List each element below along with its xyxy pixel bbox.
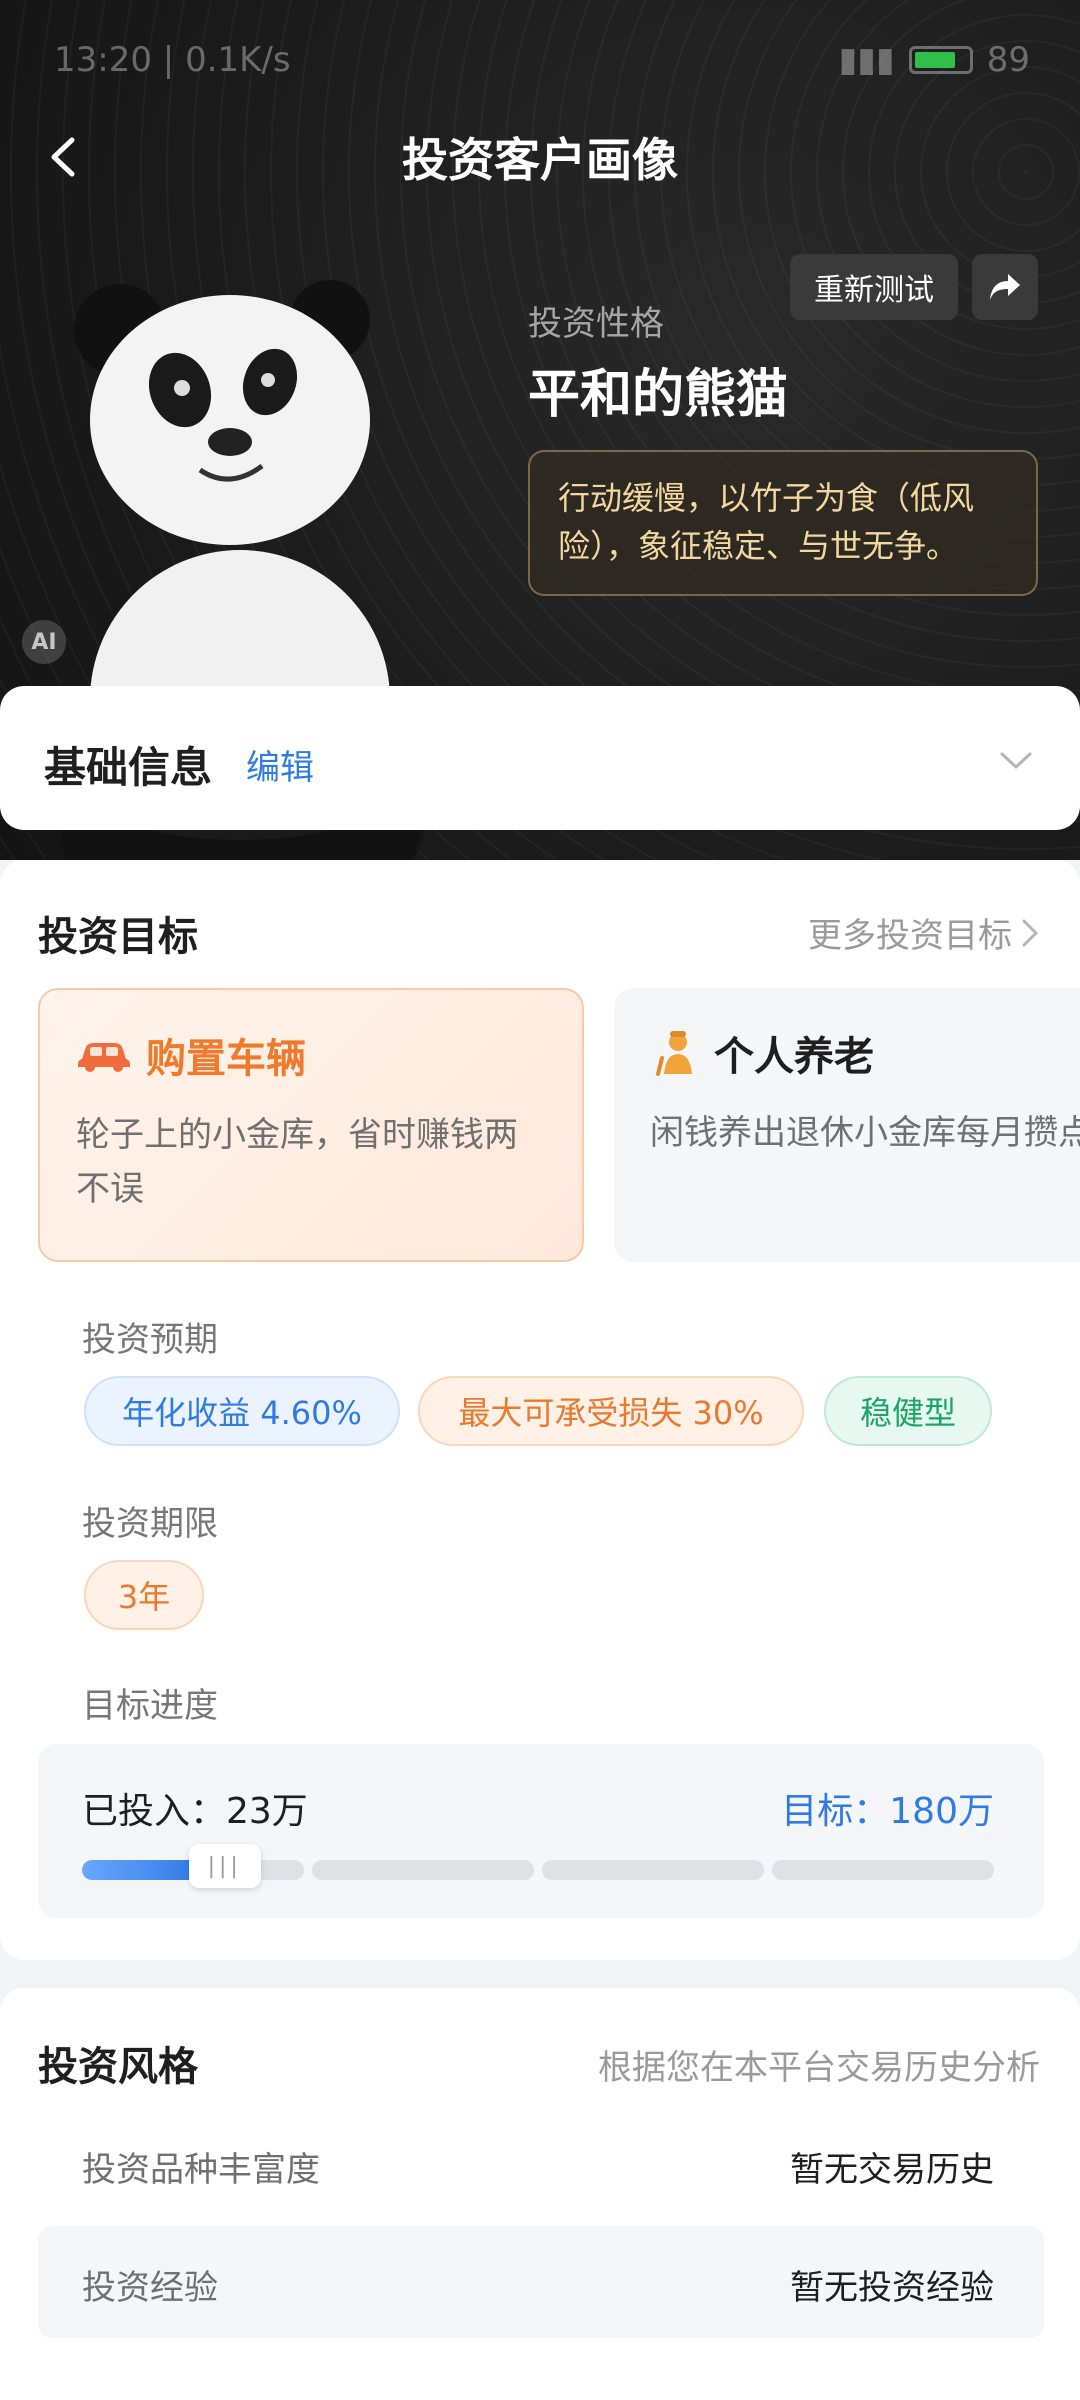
goal-title: 购置车辆: [146, 1036, 306, 1082]
signal-icon: ▮▮▮: [838, 40, 895, 80]
style-row-value: 暂无投资经验: [790, 2268, 994, 2308]
style-row-value: 暂无交易历史: [790, 2150, 994, 2190]
risk-type-tag: 稳健型: [824, 1376, 992, 1446]
term-value-tag: 3年: [84, 1560, 204, 1630]
target-amount: 目标：180万: [781, 1791, 994, 1832]
invested-amount: 已投入：23万: [82, 1791, 308, 1832]
progress-segment: [772, 1860, 994, 1880]
progress-panel: 已投入：23万 目标：180万 |||: [38, 1744, 1044, 1918]
goal-card-car[interactable]: 购置车辆 轮子上的小金库，省时赚钱两不误: [38, 988, 584, 1262]
car-icon: [78, 1043, 130, 1072]
status-time: 13:20 | 0.1K/s: [54, 40, 291, 80]
style-row: 投资经验 暂无投资经验: [38, 2226, 1044, 2338]
annual-return-tag: 年化收益 4.60%: [84, 1376, 400, 1446]
retest-button[interactable]: 重新测试: [790, 254, 958, 320]
chevron-right-icon: [1022, 919, 1038, 946]
status-bar: 13:20 | 0.1K/s ▮▮▮ 89: [0, 0, 1080, 110]
progress-segment: [312, 1860, 534, 1880]
page-title: 投资客户画像: [402, 133, 678, 187]
style-note: 根据您在本平台交易历史分析: [598, 2048, 1040, 2088]
share-button[interactable]: [972, 254, 1038, 320]
persona-description: 行动缓慢，以竹子为食（低风险），象征稳定、与世无争。: [528, 450, 1038, 596]
max-loss-tag: 最大可承受损失 30%: [418, 1376, 804, 1446]
investment-style-card: 投资风格 根据您在本平台交易历史分析 投资品种丰富度 暂无交易历史 投资经验 暂…: [0, 1988, 1080, 2400]
goal-title: 个人养老: [714, 1034, 874, 1080]
edit-link[interactable]: 编辑: [246, 740, 314, 789]
ai-badge: AI: [22, 620, 66, 664]
status-icons: ▮▮▮ 89: [839, 40, 1030, 80]
elder-person-icon: [656, 1031, 692, 1076]
progress-label: 目标进度: [82, 1686, 218, 1726]
top-nav: 投资客户画像: [0, 110, 1080, 200]
goal-description: 轮子上的小金库，省时赚钱两不误: [76, 1115, 518, 1209]
basic-info-card[interactable]: 基础信息 编辑: [0, 686, 1080, 830]
more-goals-link[interactable]: 更多投资目标: [808, 908, 1040, 957]
investment-goal-card: 投资目标 更多投资目标 购置车辆 轮子上的小金库，省时赚钱两不误 个人养老 闲钱…: [0, 860, 1080, 1960]
progress-segment: [542, 1860, 764, 1880]
battery-level: 89: [986, 40, 1030, 80]
share-arrow-icon: [990, 274, 1020, 300]
persona-name: 平和的熊猫: [528, 365, 789, 425]
goal-card-retirement[interactable]: 个人养老 闲钱养出退休小金库每月攒点小钱，让复利当你…: [614, 988, 1080, 1262]
style-section-title: 投资风格: [38, 2044, 198, 2090]
style-row: 投资品种丰富度 暂无交易历史: [38, 2108, 1044, 2220]
style-row-key: 投资品种丰富度: [82, 2150, 320, 2190]
goal-description: 闲钱养出退休小金库每月攒点小钱，让复利当你…: [650, 1113, 1080, 1153]
goal-section-title: 投资目标: [38, 914, 198, 960]
chevron-down-icon[interactable]: [996, 740, 1036, 780]
term-label: 投资期限: [82, 1504, 218, 1544]
style-row-key: 投资经验: [82, 2268, 218, 2308]
battery-icon: [908, 46, 973, 74]
expectation-label: 投资预期: [82, 1320, 218, 1360]
more-goals-label: 更多投资目标: [808, 916, 1012, 956]
basic-info-title: 基础信息: [44, 743, 213, 792]
progress-thumb[interactable]: |||: [188, 1844, 261, 1888]
persona-label: 投资性格: [528, 304, 664, 344]
